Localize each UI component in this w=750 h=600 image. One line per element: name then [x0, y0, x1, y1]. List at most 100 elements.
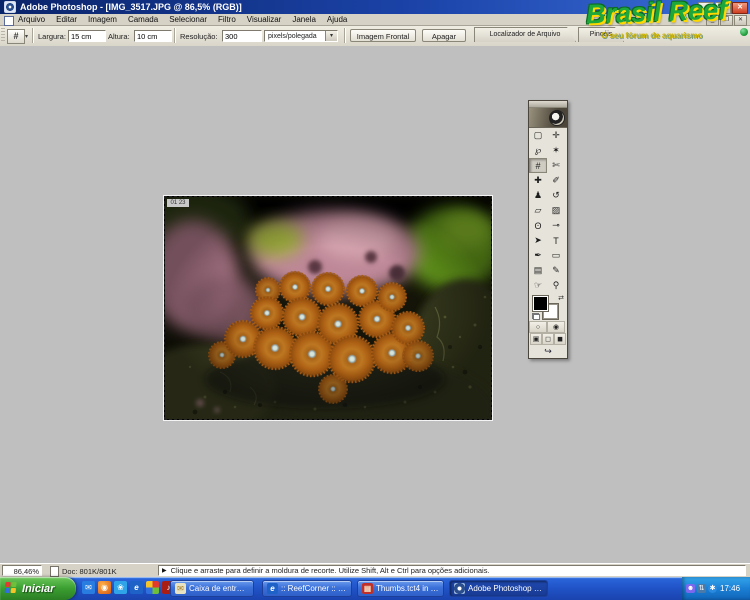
- coral-photo: [165, 197, 491, 419]
- task-label: Thumbs.tct4 in Thumb...: [376, 584, 439, 593]
- menu-imagem[interactable]: Imagem: [88, 15, 117, 24]
- hand-tool[interactable]: ☞: [529, 278, 547, 293]
- chevron-down-icon[interactable]: ▾: [325, 31, 337, 41]
- marquee-icon: ▢: [534, 130, 543, 141]
- options-bar-grip[interactable]: [1, 28, 5, 43]
- resolution-input[interactable]: [222, 30, 262, 42]
- jump-to-imageready-button[interactable]: ↪: [529, 345, 567, 358]
- menu-editar[interactable]: Editar: [56, 15, 77, 24]
- brasilreef-slogan: O seu fórum de aquarismo: [601, 31, 702, 40]
- clear-button[interactable]: Apagar: [422, 29, 466, 42]
- mail-icon[interactable]: ✉: [82, 581, 95, 594]
- close-button[interactable]: ✕: [732, 2, 748, 14]
- clock[interactable]: 17:46: [720, 584, 740, 593]
- task-label: Adobe Photoshop - [...: [468, 584, 543, 593]
- update-tray-icon[interactable]: ✱: [708, 584, 717, 593]
- separator: [174, 28, 175, 43]
- messenger-icon[interactable]: ❀: [114, 581, 127, 594]
- task-thumbs[interactable]: ▦ Thumbs.tct4 in Thumb...: [357, 580, 444, 597]
- menu-camada[interactable]: Camada: [128, 15, 158, 24]
- separator: [344, 28, 345, 43]
- document-size-icon: [50, 566, 59, 577]
- height-input[interactable]: [134, 30, 172, 42]
- quick-mask-icon: ◉: [553, 323, 559, 331]
- pen-icon: ✒: [534, 250, 542, 261]
- eraser-tool[interactable]: ▱: [529, 203, 547, 218]
- zoom-tool[interactable]: ⚲: [547, 278, 565, 293]
- path-selection-tool[interactable]: ➤: [529, 233, 547, 248]
- document-icon: [4, 16, 14, 26]
- rectangular-marquee-tool[interactable]: ▢: [529, 128, 547, 143]
- gradient-icon: ▨: [552, 205, 561, 216]
- task-photoshop[interactable]: Adobe Photoshop - [...: [449, 580, 548, 597]
- front-image-button[interactable]: Imagem Frontal: [350, 29, 416, 42]
- menu-janela[interactable]: Janela: [292, 15, 316, 24]
- foreground-color-chip[interactable]: [533, 296, 548, 311]
- network-tray-icon[interactable]: ⇅: [697, 584, 706, 593]
- pen-tool[interactable]: ✒: [529, 248, 547, 263]
- standard-mode-icon: ○: [536, 324, 540, 331]
- eye-logo-icon: [549, 110, 565, 126]
- path-selection-icon: ➤: [534, 235, 542, 246]
- fullscreen-button[interactable]: ◼: [554, 333, 566, 345]
- blur-tool[interactable]: ʘ: [529, 218, 547, 233]
- tab-file-browser[interactable]: Localizador de Arquivo: [474, 27, 576, 42]
- dodge-tool[interactable]: ⊸: [547, 218, 565, 233]
- media-icon[interactable]: [146, 581, 159, 594]
- menu-filtro[interactable]: Filtro: [218, 15, 236, 24]
- brush-tool[interactable]: ✐: [547, 173, 565, 188]
- swap-colors-icon[interactable]: ⇄: [558, 294, 564, 302]
- photoshop-feather-logo[interactable]: [529, 108, 567, 128]
- task-inbox[interactable]: ✉ Caixa de entrada - O...: [170, 580, 254, 597]
- clone-stamp-tool[interactable]: ♟: [529, 188, 547, 203]
- default-colors-icon[interactable]: [532, 313, 540, 320]
- quick-mask-mode-button[interactable]: ◉: [547, 321, 565, 333]
- task-reefcorner[interactable]: e :: ReefCorner :: - Mo...: [262, 580, 352, 597]
- thumbnails-app-icon: ▦: [362, 583, 373, 594]
- standard-mode-button[interactable]: ○: [529, 321, 547, 333]
- image-canvas[interactable]: 01 23: [164, 196, 492, 420]
- eyedropper-tool[interactable]: ✎: [547, 263, 565, 278]
- doc-close-button[interactable]: ✕: [734, 15, 747, 26]
- crop-tool[interactable]: #: [529, 158, 547, 173]
- menu-ajuda[interactable]: Ajuda: [327, 15, 347, 24]
- slice-tool[interactable]: ✄: [547, 158, 565, 173]
- ie-icon[interactable]: e: [130, 581, 143, 594]
- fullscreen-menubar-button[interactable]: ◻: [542, 333, 554, 345]
- move-tool[interactable]: ✛: [547, 128, 565, 143]
- brasilreef-logo: Brasil Reef: [586, 0, 728, 30]
- menu-visualizar[interactable]: Visualizar: [247, 15, 282, 24]
- crop-tool-preset-icon[interactable]: #: [7, 29, 25, 44]
- resolution-label: Resolução:: [180, 32, 218, 41]
- magic-wand-tool[interactable]: ✶: [547, 143, 565, 158]
- zoom-level-field[interactable]: 86,46%: [2, 565, 42, 576]
- slice-icon: ✄: [552, 160, 560, 171]
- clone-stamp-icon: ♟: [534, 190, 542, 201]
- history-brush-icon: ↺: [552, 190, 560, 201]
- gradient-tool[interactable]: ▨: [547, 203, 565, 218]
- shape-icon: ▭: [552, 250, 561, 261]
- player-icon[interactable]: ◉: [98, 581, 111, 594]
- width-input[interactable]: [68, 30, 106, 42]
- history-brush-tool[interactable]: ↺: [547, 188, 565, 203]
- shape-tool[interactable]: ▭: [547, 248, 565, 263]
- healing-brush-tool[interactable]: ✚: [529, 173, 547, 188]
- photoshop-app-icon: [4, 1, 16, 13]
- notes-tool[interactable]: ▤: [529, 263, 547, 278]
- tool-preset-caret-icon[interactable]: ▾: [25, 33, 28, 40]
- standard-screen-button[interactable]: ▣: [530, 333, 542, 345]
- task-label: :: ReefCorner :: - Mo...: [281, 584, 347, 593]
- start-button[interactable]: Iniciar: [0, 577, 76, 600]
- task-label: Caixa de entrada - O...: [189, 584, 249, 593]
- toolbox-title-bar[interactable]: [529, 101, 567, 108]
- menu-selecionar[interactable]: Selecionar: [169, 15, 207, 24]
- lasso-icon: ℘: [535, 145, 541, 156]
- height-label: Altura:: [108, 32, 130, 41]
- separator: [32, 28, 33, 43]
- resolution-unit-select[interactable]: pixels/polegada ▾: [264, 30, 338, 42]
- lasso-tool[interactable]: ℘: [529, 143, 547, 158]
- menu-arquivo[interactable]: Arquivo: [18, 15, 45, 24]
- toolbox-palette: ▢ ✛ ℘ ✶ # ✄ ✚ ✐ ♟ ↺ ▱ ▨ ʘ ⊸ ➤ T ✒ ▭ ▤ ✎: [528, 100, 568, 359]
- messenger-tray-icon[interactable]: ☻: [686, 584, 695, 593]
- type-tool[interactable]: T: [547, 233, 565, 248]
